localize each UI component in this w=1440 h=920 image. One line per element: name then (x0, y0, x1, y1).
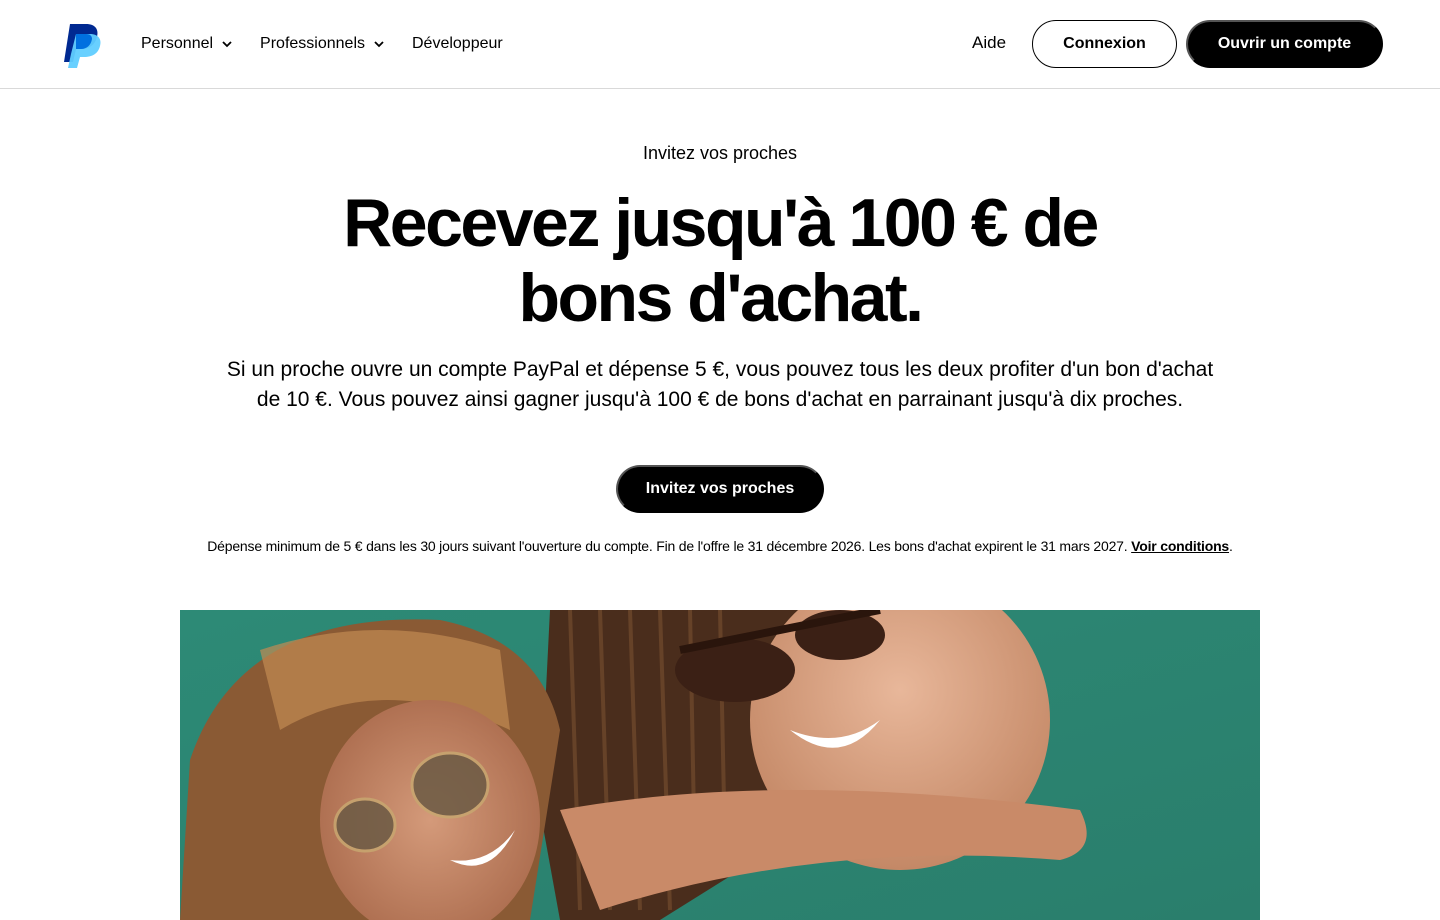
site-header: Personnel Professionnels Développeur Aid… (0, 0, 1440, 89)
nav-developpeur[interactable]: Développeur (412, 33, 503, 55)
chevron-down-icon (374, 40, 384, 47)
chevron-down-icon (222, 40, 232, 47)
hero-photo-illustration (180, 610, 1260, 920)
terms-link[interactable]: Voir conditions (1131, 538, 1229, 554)
hero-image (180, 610, 1260, 920)
main-nav: Personnel Professionnels Développeur (141, 33, 531, 55)
hero-headline-line2: bons d'achat. (518, 260, 924, 336)
hero-headline: Recevez jusqu'à 100 € de bons d'achat. (260, 186, 1180, 336)
nav-developpeur-label: Développeur (412, 35, 503, 52)
legal-disclaimer: Dépense minimum de 5 € dans les 30 jours… (0, 538, 1440, 554)
nav-personnel-label: Personnel (141, 35, 214, 52)
open-account-button[interactable]: Ouvrir un compte (1186, 20, 1383, 68)
hero-headline-line1: Recevez jusqu'à 100 € de (343, 185, 1099, 261)
paypal-logo[interactable] (62, 24, 102, 68)
nav-professionnels-label: Professionnels (260, 35, 365, 52)
nav-professionnels[interactable]: Professionnels (260, 33, 384, 55)
invite-friends-button[interactable]: Invitez vos proches (616, 465, 824, 513)
nav-personnel[interactable]: Personnel (141, 33, 232, 55)
hero-description: Si un proche ouvre un compte PayPal et d… (226, 358, 1214, 411)
hero-eyebrow: Invitez vos proches (642, 143, 798, 163)
help-link[interactable]: Aide (972, 33, 1006, 53)
legal-text: Dépense minimum de 5 € dans les 30 jours… (207, 538, 1132, 554)
login-button[interactable]: Connexion (1032, 20, 1177, 68)
legal-end: . (1229, 538, 1233, 554)
